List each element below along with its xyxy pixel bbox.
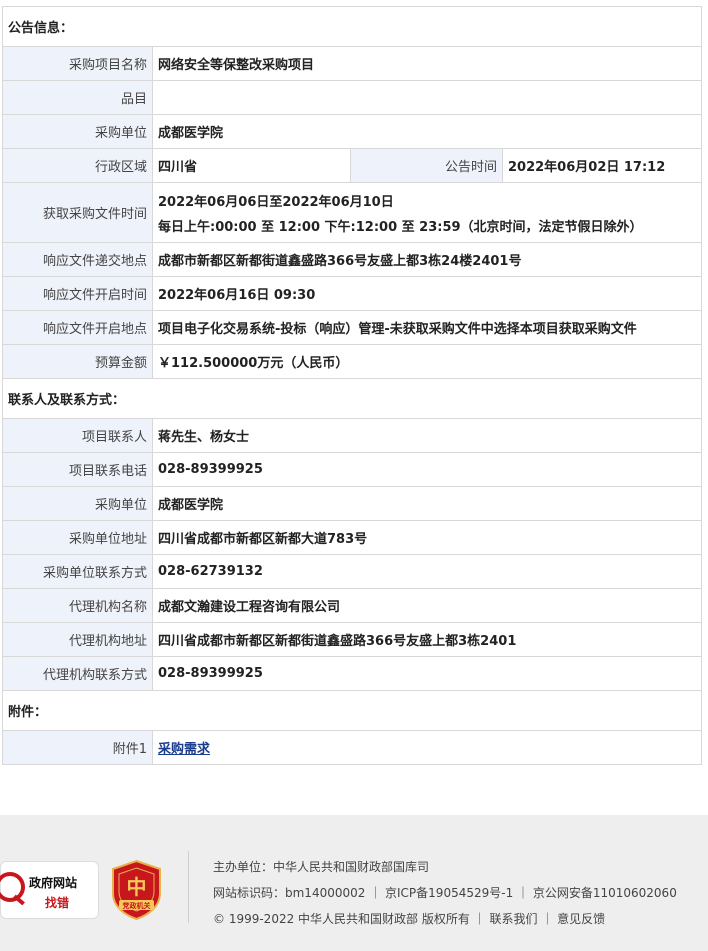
footer-sponsor: 主办单位：中华人民共和国财政部国库司 — [213, 860, 430, 874]
obtain-time-value: 2022年06月06日至2022年06月10日 每日上午:00:00 至 12:… — [151, 182, 703, 243]
gov-site-badge-title: 政府网站 — [29, 876, 78, 890]
announce-time-value: 2022年06月02日 17:12 — [501, 148, 703, 183]
agency-address-label: 代理机构地址 — [2, 622, 153, 657]
attachment-label: 附件1 — [2, 730, 153, 765]
purchaser-address-label: 采购单位地址 — [2, 520, 153, 555]
attachment-cell: 采购需求 — [151, 730, 703, 765]
item-label: 品目 — [2, 80, 153, 115]
contact-person-value: 蒋先生、杨女士 — [151, 418, 703, 453]
open-place-label: 响应文件开启地点 — [2, 310, 153, 345]
obtain-time-line1: 2022年06月06日至2022年06月10日 — [158, 194, 394, 210]
agency-name-label: 代理机构名称 — [2, 588, 153, 623]
agency-phone-value: 028-89399925 — [151, 656, 703, 691]
section-attachment-title: 附件： — [1, 690, 703, 731]
purchaser-label: 采购单位 — [2, 114, 153, 149]
purchaser-phone-value: 028-62739132 — [151, 554, 703, 589]
purchaser-value: 成都医学院 — [151, 114, 703, 149]
budget-label: 预算金额 — [2, 344, 153, 379]
region-value: 四川省 — [152, 148, 351, 183]
item-value — [151, 80, 703, 115]
agency-name-value: 成都文瀚建设工程咨询有限公司 — [151, 588, 703, 623]
svg-text:中: 中 — [127, 875, 147, 899]
contact-person-label: 项目联系人 — [2, 418, 153, 453]
region-label: 行政区域 — [2, 148, 153, 183]
footer: 政府网站 找错 中 党政机关 主办单位：中华人民共和国财政部国库司 网站标识码：… — [0, 815, 708, 951]
project-name-label: 采购项目名称 — [2, 46, 153, 81]
contact-phone-value: 028-89399925 — [151, 452, 703, 487]
contact-phone-label: 项目联系电话 — [2, 452, 153, 487]
announce-time-label: 公告时间 — [350, 148, 503, 183]
project-name-value: 网络安全等保整改采购项目 — [151, 46, 703, 81]
footer-registration: 网站标识码：bm14000002 ｜ 京ICP备19054529号-1 ｜ 京公… — [213, 886, 677, 900]
attachment-link[interactable]: 采购需求 — [158, 742, 210, 757]
party-gov-badge-icon[interactable]: 中 党政机关 — [110, 859, 163, 921]
agency-address-value: 四川省成都市新都区新都街道鑫盛路366号友盛上都3栋2401 — [151, 622, 703, 657]
footer-divider — [188, 851, 189, 923]
purchaser-phone-label: 采购单位联系方式 — [2, 554, 153, 589]
gov-site-badge-action: 找错 — [45, 896, 70, 910]
section-notice-title: 公告信息： — [1, 6, 703, 47]
footer-copyright: © 1999-2022 中华人民共和国财政部 版权所有 ｜ 联系我们 ｜ 意见反… — [213, 912, 606, 926]
contact-purchaser-label: 采购单位 — [2, 486, 153, 521]
purchaser-address-value: 四川省成都市新都区新都大道783号 — [151, 520, 703, 555]
open-time-value: 2022年06月16日 09:30 — [151, 276, 703, 311]
obtain-time-line2: 每日上午:00:00 至 12:00 下午:12:00 至 23:59（北京时间… — [158, 219, 643, 235]
gov-site-error-badge[interactable]: 政府网站 找错 — [0, 861, 99, 919]
party-gov-badge-text: 党政机关 — [123, 901, 151, 910]
open-place-value: 项目电子化交易系统-投标（响应）管理-未获取采购文件中选择本项目获取采购文件 — [151, 310, 703, 345]
budget-value: ￥112.500000万元（人民币） — [151, 344, 703, 379]
open-time-label: 响应文件开启时间 — [2, 276, 153, 311]
submit-place-value: 成都市新都区新都街道鑫盛路366号友盛上都3栋24楼2401号 — [151, 242, 703, 277]
section-contact-title: 联系人及联系方式： — [1, 378, 703, 419]
contact-purchaser-value: 成都医学院 — [151, 486, 703, 521]
agency-phone-label: 代理机构联系方式 — [2, 656, 153, 691]
obtain-time-label: 获取采购文件时间 — [2, 182, 153, 243]
submit-place-label: 响应文件递交地点 — [2, 242, 153, 277]
notice-table: 公告信息： 采购项目名称 网络安全等保整改采购项目 品目 采购单位 成都医学院 … — [1, 6, 703, 765]
